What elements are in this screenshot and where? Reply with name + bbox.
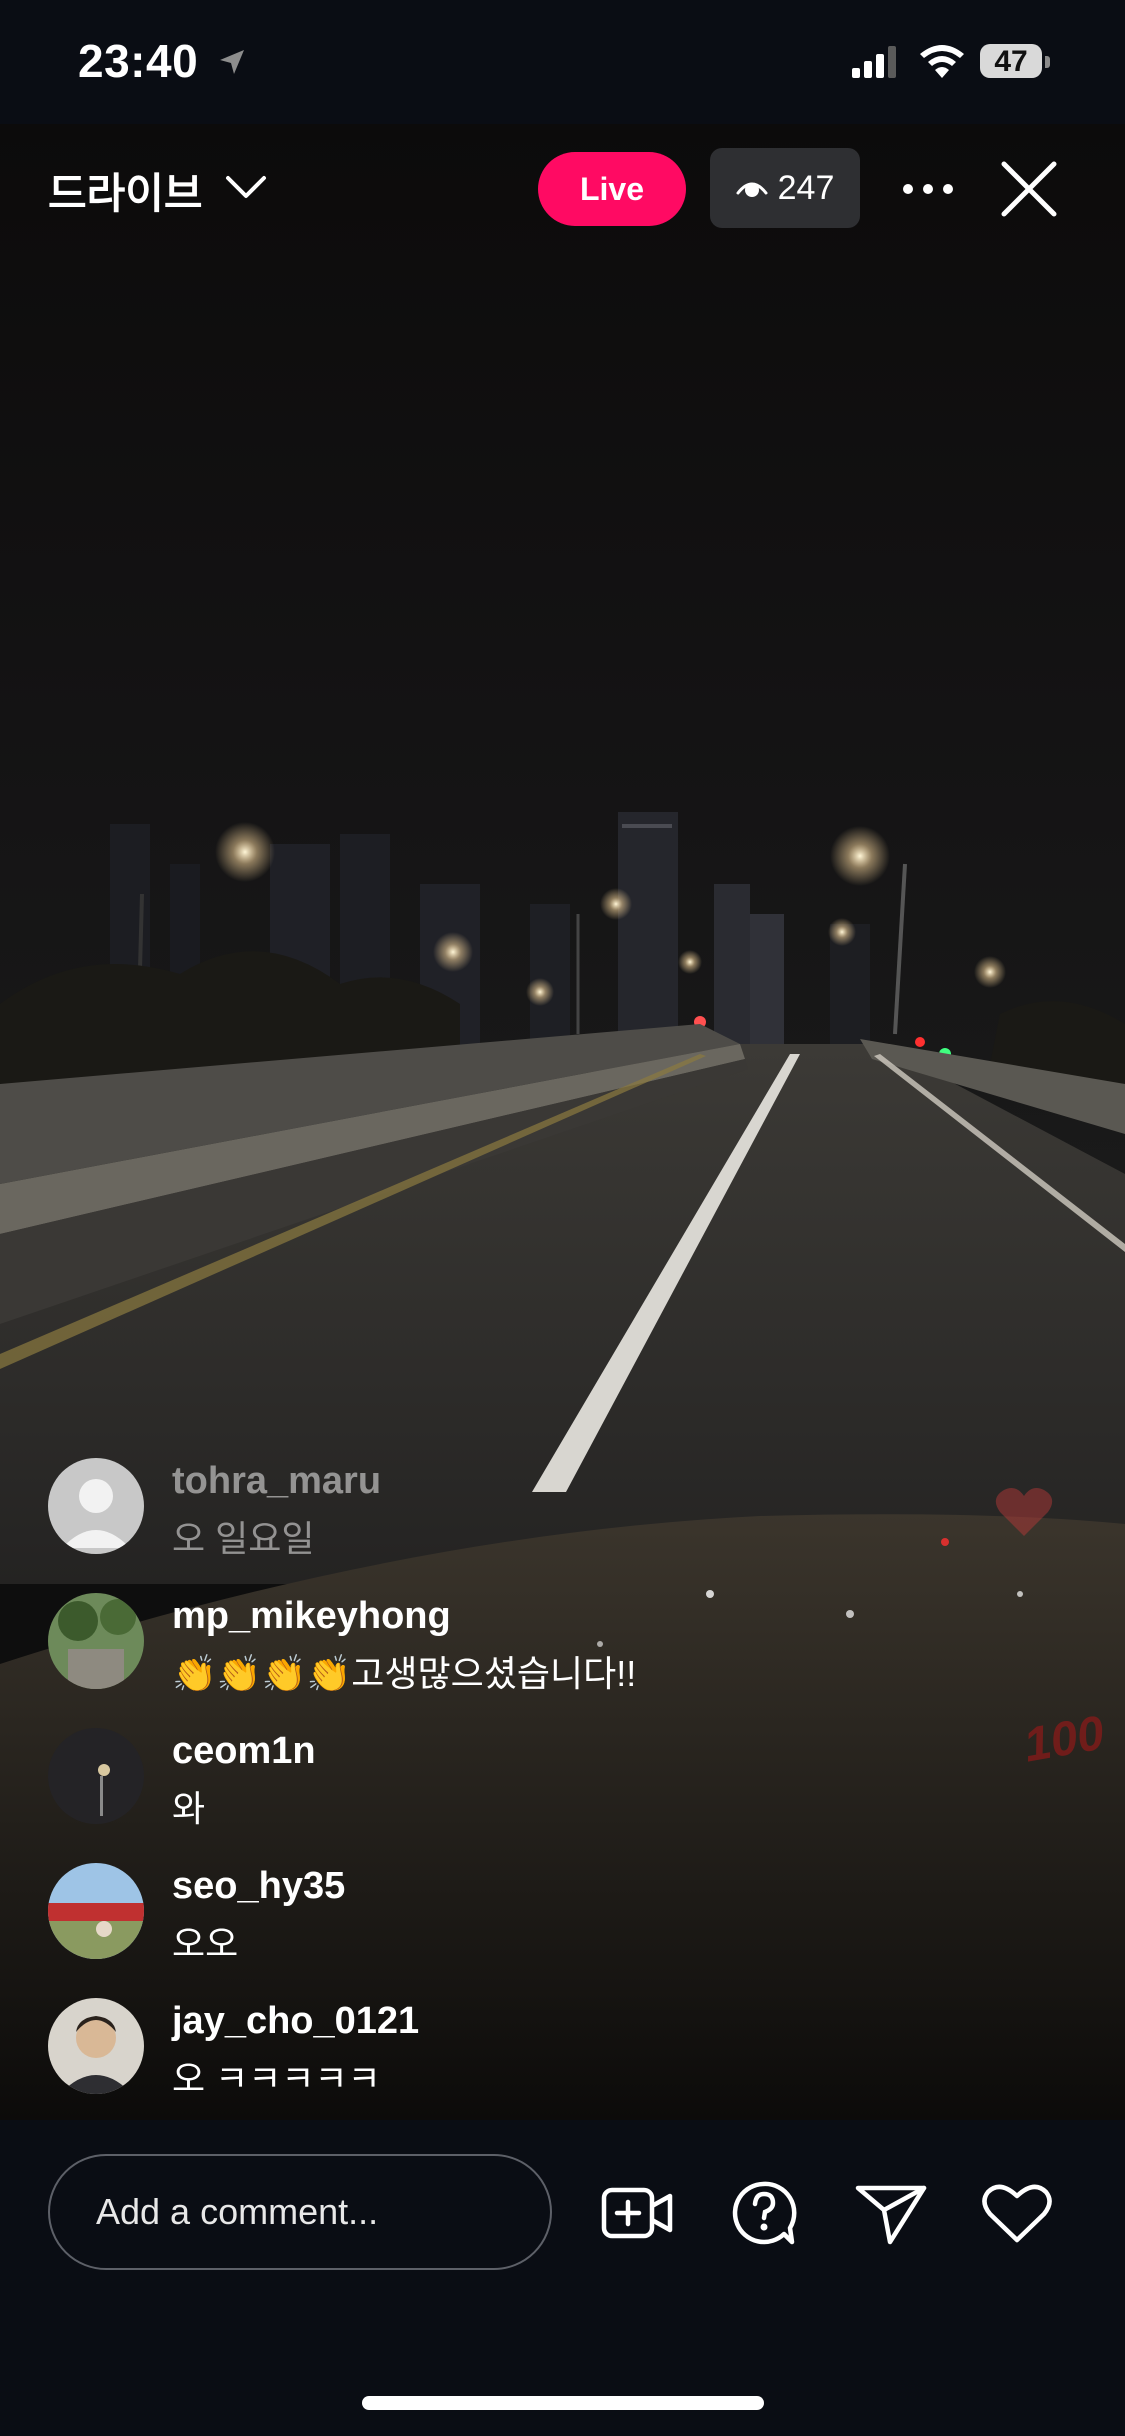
- avatar[interactable]: [48, 1593, 144, 1689]
- comment-item: ceom1n 와: [48, 1728, 1048, 1863]
- location-arrow-icon: [220, 50, 244, 74]
- comment-username[interactable]: jay_cho_0121: [172, 2000, 419, 2043]
- comment-text: 오 ㅋㅋㅋㅋㅋ: [172, 2058, 381, 2099]
- comment-username[interactable]: mp_mikeyhong: [172, 1595, 451, 1638]
- battery-icon: 47: [980, 44, 1050, 80]
- avatar[interactable]: [48, 1458, 144, 1554]
- chevron-down-icon[interactable]: [224, 172, 268, 202]
- avatar[interactable]: [48, 1728, 144, 1824]
- home-indicator: [362, 2396, 764, 2410]
- comment-item: mp_mikeyhong 👏👏👏👏고생많으셨습니다!!: [48, 1593, 1048, 1728]
- add-video-icon[interactable]: [600, 2180, 674, 2246]
- question-icon[interactable]: [726, 2180, 800, 2246]
- comment-text: 오 일요일: [172, 1518, 315, 1559]
- live-comments-list: tohra_maru 오 일요일 mp_mikeyhong 👏👏👏👏고생많으셨습…: [48, 1458, 1048, 2133]
- viewer-count-pill[interactable]: 247: [710, 148, 860, 228]
- send-icon[interactable]: [854, 2180, 928, 2246]
- live-badge: Live: [538, 152, 686, 226]
- comment-username[interactable]: tohra_maru: [172, 1460, 381, 1503]
- comment-username[interactable]: seo_hy35: [172, 1865, 345, 1908]
- heart-icon[interactable]: [980, 2180, 1054, 2246]
- status-time: 23:40: [78, 35, 199, 87]
- comment-input[interactable]: [48, 2154, 552, 2270]
- comment-item: jay_cho_0121 오 ㅋㅋㅋㅋㅋ: [48, 1998, 1048, 2133]
- status-bar: 23:40 47: [0, 0, 1125, 124]
- more-icon[interactable]: [900, 178, 956, 200]
- comment-item: tohra_maru 오 일요일: [48, 1458, 1048, 1593]
- wifi-icon: [920, 45, 964, 78]
- battery-level: 47: [994, 45, 1028, 78]
- comment-text: 오오: [172, 1923, 239, 1964]
- comment-item: seo_hy35 오오: [48, 1863, 1048, 1998]
- comment-text: 와: [172, 1788, 206, 1829]
- avatar[interactable]: [48, 1998, 144, 2094]
- broadcast-title[interactable]: 드라이브: [48, 160, 203, 221]
- viewer-count: 247: [777, 168, 835, 207]
- comment-username[interactable]: ceom1n: [172, 1730, 316, 1773]
- comment-text: 👏👏👏👏고생많으셨습니다!!: [172, 1653, 637, 1694]
- close-icon[interactable]: [998, 158, 1060, 220]
- cellular-signal-icon: [852, 46, 896, 78]
- avatar[interactable]: [48, 1863, 144, 1959]
- eye-icon: [736, 182, 768, 197]
